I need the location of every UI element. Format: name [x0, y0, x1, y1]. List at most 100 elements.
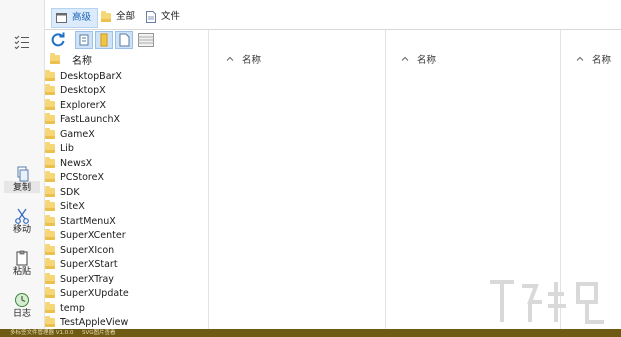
status-left: 多标签文件管理器 V1.0.0: [10, 330, 74, 336]
file-name: SuperXCenter: [60, 230, 126, 241]
folder-icon: [45, 185, 55, 197]
file-name: SiteX: [60, 201, 85, 212]
file-name: ExplorerX: [60, 99, 107, 111]
list-item[interactable]: temp: [45, 301, 85, 315]
pane4-header[interactable]: 名称: [576, 52, 611, 66]
tab-all[interactable]: 全部: [97, 8, 141, 26]
file-name: GameX: [60, 128, 95, 140]
file-name: SuperXIcon: [60, 244, 115, 256]
list-item[interactable]: StartMenuX: [45, 214, 116, 228]
scissors-icon: [15, 208, 29, 224]
list-item[interactable]: SuperXStart: [45, 258, 118, 272]
list-item[interactable]: NewsX: [45, 156, 92, 170]
list-item[interactable]: SiteX: [45, 200, 85, 214]
tab-bar: 高级 全部 文件: [45, 0, 621, 30]
paste-button[interactable]: 粘贴: [0, 250, 44, 278]
list-item[interactable]: GameX: [45, 127, 95, 141]
move-button[interactable]: 移动: [0, 208, 44, 236]
pane1-header[interactable]: 名称: [45, 52, 208, 67]
list-item[interactable]: ExplorerX: [45, 98, 106, 112]
name-column-header[interactable]: 名称: [417, 52, 436, 66]
refresh-button[interactable]: [49, 31, 67, 49]
list-item[interactable]: PCStoreX: [45, 171, 104, 185]
folder-bookmark-icon: [100, 33, 108, 47]
watermark-logo: [490, 280, 604, 324]
list-item[interactable]: SDK: [45, 185, 80, 199]
log-label: 日志: [12, 309, 31, 319]
paste-label: 粘贴: [12, 267, 31, 277]
folder-icon: [45, 287, 55, 298]
chevron-up-icon: [226, 56, 234, 61]
tab-advanced[interactable]: 高级: [51, 8, 99, 28]
file-name: temp: [60, 302, 85, 314]
file-name: SuperXTray: [60, 273, 114, 285]
tab-all-label: 全部: [116, 11, 136, 22]
folder-icon: [45, 243, 55, 255]
pane-divider[interactable]: [208, 30, 209, 329]
folder-icon: [45, 200, 55, 211]
folder-icon: [45, 229, 55, 240]
folder-icon: [45, 113, 55, 124]
folder-icon: [45, 127, 55, 139]
view-details-button[interactable]: [75, 31, 93, 49]
name-column-header[interactable]: 名称: [592, 52, 611, 66]
view-list-button[interactable]: [137, 31, 155, 49]
refresh-icon: [51, 32, 65, 47]
chevron-up-icon: [401, 56, 409, 61]
left-toolbar: 复制 移动 粘贴 日志: [0, 0, 45, 329]
checklist-icon: [14, 35, 29, 50]
log-history-icon: [15, 293, 29, 307]
file-name: SDK: [60, 186, 80, 198]
list-item[interactable]: SuperXUpdate: [45, 287, 129, 301]
folder-icon: [50, 52, 60, 64]
folder-icon: [45, 301, 55, 313]
file-name: DesktopBarX: [60, 70, 122, 82]
name-column-header[interactable]: 名称: [72, 52, 92, 67]
folder-icon: [45, 84, 55, 95]
view-folder-button[interactable]: [95, 31, 113, 49]
view-toolbar: [45, 30, 210, 50]
file-name: SuperXStart: [60, 259, 118, 270]
status-bar: 多标签文件管理器 V1.0.0 SVG图片查看: [0, 329, 621, 337]
name-column-header[interactable]: 名称: [242, 52, 261, 66]
folder-icon: [45, 272, 55, 284]
copy-label: 复制: [12, 183, 31, 193]
folder-icon: [45, 69, 55, 81]
file-name: Lib: [60, 143, 74, 154]
log-button[interactable]: 日志: [0, 292, 44, 320]
file-name: PCStoreX: [60, 172, 104, 183]
move-label: 移动: [12, 225, 31, 235]
window-icon: [56, 13, 67, 23]
list-item[interactable]: DesktopBarX: [45, 69, 122, 83]
folder-icon: [45, 98, 55, 110]
copy-icon: [17, 166, 29, 182]
pane2-header[interactable]: 名称: [226, 52, 261, 66]
folder-icon: [45, 142, 55, 153]
copy-button[interactable]: 复制: [0, 166, 44, 194]
list-item[interactable]: TestAppleView: [45, 316, 128, 330]
folder-icon: [45, 171, 55, 182]
view-file-button[interactable]: [115, 31, 133, 49]
document-icon: [146, 11, 156, 23]
status-right: SVG图片查看: [82, 330, 116, 336]
file-name: DesktopX: [60, 85, 106, 96]
file-name: FastLaunchX: [60, 114, 120, 125]
file-name: TestAppleView: [60, 317, 129, 328]
folder-icon: [45, 156, 55, 168]
list-item[interactable]: DesktopX: [45, 84, 106, 98]
tab-files-label: 文件: [161, 11, 181, 22]
clipboard-icon: [16, 250, 28, 266]
pane-divider[interactable]: [385, 30, 386, 329]
list-item[interactable]: SuperXTray: [45, 272, 114, 286]
tab-files[interactable]: 文件: [142, 8, 186, 26]
file-view-icon: [119, 33, 130, 47]
folder-icon: [45, 214, 55, 226]
pane3-header[interactable]: 名称: [401, 52, 436, 66]
list-item[interactable]: Lib: [45, 142, 74, 156]
tab-advanced-label: 高级: [72, 12, 92, 23]
list-item[interactable]: FastLaunchX: [45, 113, 120, 127]
list-item[interactable]: SuperXIcon: [45, 243, 114, 257]
list-item[interactable]: SuperXCenter: [45, 229, 126, 243]
chevron-up-icon: [576, 56, 584, 61]
checklist-button[interactable]: [0, 34, 44, 50]
